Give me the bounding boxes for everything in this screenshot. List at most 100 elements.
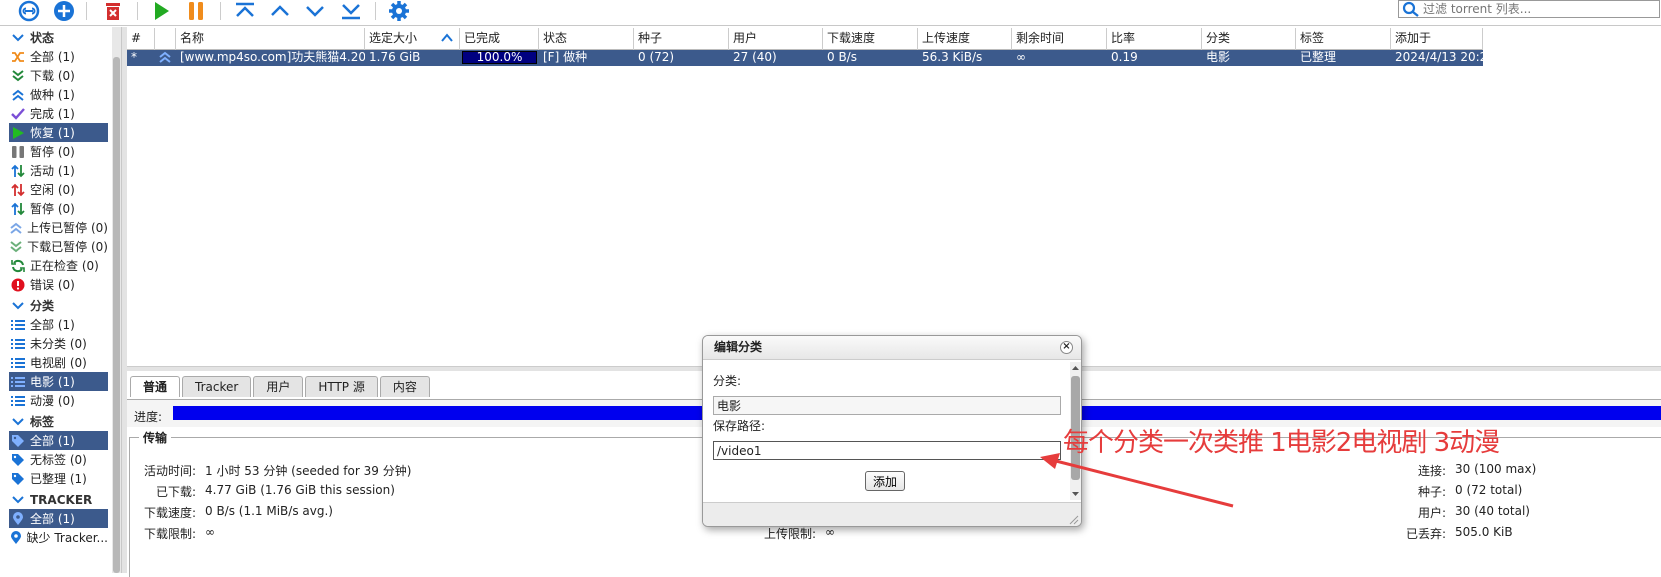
move-bottom-icon[interactable]: [338, 0, 364, 22]
move-down-icon[interactable]: [302, 0, 328, 22]
col-added[interactable]: 添加于: [1391, 28, 1483, 50]
filter-stalled[interactable]: 暂停 (0): [9, 199, 108, 218]
play-icon[interactable]: [148, 0, 174, 22]
active-arrows-icon: [9, 163, 26, 178]
col-seeds[interactable]: 种子: [634, 28, 729, 50]
downloaded-label: 已下载:: [156, 485, 197, 499]
search-box[interactable]: [1398, 0, 1660, 18]
category-all[interactable]: 全部 (1): [9, 315, 108, 334]
close-icon[interactable]: ×: [1060, 341, 1073, 354]
search-input[interactable]: [1423, 1, 1653, 17]
cell-progress: 100.0%: [460, 50, 539, 66]
filter-all[interactable]: 全部 (1): [9, 47, 108, 66]
upload-icon: [9, 87, 26, 102]
col-progress[interactable]: 已完成: [460, 28, 539, 50]
list-icon: [9, 336, 26, 351]
peers-label: 用户:: [1418, 506, 1447, 520]
dialog-title[interactable]: 编辑分类: [703, 336, 1081, 360]
col-status[interactable]: 状态: [539, 28, 634, 50]
cell-seeds: 0 (72): [638, 50, 675, 64]
filter-completed[interactable]: 完成 (1): [9, 104, 108, 123]
category-uncategorized[interactable]: 未分类 (0): [9, 334, 108, 353]
cell-added: 2024/4/13 20:2...: [1395, 50, 1483, 64]
delete-icon[interactable]: [100, 0, 126, 22]
peers-value: 30 (40 total): [1455, 504, 1530, 518]
filter-downloading[interactable]: 下载 (0): [9, 66, 108, 85]
col-tags[interactable]: 标签: [1296, 28, 1391, 50]
progress-bar: 100.0%: [462, 51, 537, 64]
status-section-header[interactable]: 状态: [8, 28, 54, 47]
ul-limit-label: 上传限制:: [764, 527, 817, 541]
list-icon: [9, 317, 26, 332]
col-name[interactable]: 名称: [176, 28, 365, 50]
tag-organized[interactable]: 已整理 (1): [9, 469, 108, 488]
time-active-value: 1 小时 53 分钟 (seeded for 39 分钟): [205, 464, 412, 478]
category-anime[interactable]: 动漫 (0): [9, 391, 108, 410]
filter-resumed[interactable]: 恢复 (1): [9, 123, 108, 142]
save-path-field[interactable]: [713, 441, 1061, 460]
tag-all[interactable]: 全部 (1): [9, 431, 108, 450]
cell-category: 电影: [1206, 50, 1231, 64]
sidebar-scrollbar[interactable]: [112, 27, 121, 573]
tracker-all[interactable]: 全部 (1): [9, 509, 108, 528]
filter-download-paused[interactable]: 下载已暂停 (0): [9, 237, 108, 256]
category-label: 分类:: [713, 374, 742, 388]
category-movie[interactable]: 电影 (1): [9, 372, 108, 391]
tab-peers[interactable]: 用户: [253, 376, 304, 397]
filter-inactive[interactable]: 空闲 (0): [9, 180, 108, 199]
tab-content[interactable]: 内容: [379, 376, 430, 397]
col-size[interactable]: 选定大小: [365, 28, 460, 50]
gear-icon[interactable]: [386, 0, 412, 22]
col-category[interactable]: 分类: [1202, 28, 1296, 50]
resize-grip-icon[interactable]: [1069, 515, 1079, 525]
col-ratio[interactable]: 比率: [1107, 28, 1202, 50]
tracker-section-header[interactable]: TRACKER: [8, 490, 92, 509]
move-up-icon[interactable]: [267, 0, 293, 22]
col-state-icon[interactable]: [155, 28, 176, 50]
tag-icon: [9, 452, 26, 467]
cell-ul-speed: 56.3 KiB/s: [922, 50, 983, 64]
download-icon: [9, 68, 26, 83]
details-tabs: 普通 Tracker 用户 HTTP 源 内容: [130, 376, 432, 397]
filter-errored[interactable]: 错误 (0): [9, 275, 108, 294]
add-button[interactable]: 添加: [865, 471, 905, 491]
filter-active[interactable]: 活动 (1): [9, 161, 108, 180]
pause-icon: [9, 144, 26, 159]
torrent-table: # 名称 选定大小 已完成 状态 种子 用户 下载速度 上传速度 剩余时间 比率…: [127, 28, 1483, 66]
play-icon: [9, 125, 26, 140]
plus-icon[interactable]: [51, 0, 77, 22]
pause-icon[interactable]: [183, 0, 209, 22]
seeding-icon: [155, 50, 176, 66]
check-icon: [9, 106, 26, 121]
filter-paused[interactable]: 暂停 (0): [9, 142, 108, 161]
category-field[interactable]: [713, 396, 1061, 415]
link-icon[interactable]: [16, 0, 42, 22]
filter-checking[interactable]: 正在检查 (0): [9, 256, 108, 275]
filter-upload-paused[interactable]: 上传已暂停 (0): [9, 218, 108, 237]
col-ul-speed[interactable]: 上传速度: [918, 28, 1012, 50]
dialog-footer: [703, 502, 1081, 526]
col-peers[interactable]: 用户: [729, 28, 823, 50]
tab-tracker[interactable]: Tracker: [182, 376, 252, 397]
wasted-value: 505.0 KiB: [1455, 525, 1513, 539]
tab-http-sources[interactable]: HTTP 源: [305, 376, 378, 397]
col-number[interactable]: #: [127, 28, 155, 50]
cell-peers: 27 (40): [733, 50, 777, 64]
download-icon: [9, 239, 23, 254]
cell-status: [F] 做种: [543, 50, 588, 64]
list-icon: [9, 374, 26, 389]
col-eta[interactable]: 剩余时间: [1012, 28, 1107, 50]
tag-untagged[interactable]: 无标签 (0): [9, 450, 108, 469]
scroll-up-icon[interactable]: [1071, 364, 1080, 372]
dl-speed-label: 下载速度:: [144, 506, 197, 520]
tab-general[interactable]: 普通: [130, 376, 181, 397]
category-tv[interactable]: 电视剧 (0): [9, 353, 108, 372]
refresh-icon: [9, 258, 26, 273]
filter-seeding[interactable]: 做种 (1): [9, 85, 108, 104]
tags-section-header[interactable]: 标签: [8, 412, 54, 431]
col-dl-speed[interactable]: 下载速度: [823, 28, 918, 50]
move-top-icon[interactable]: [232, 0, 258, 22]
tracker-missing[interactable]: 缺少 Tracker...: [9, 528, 108, 547]
category-section-header[interactable]: 分类: [8, 296, 54, 315]
table-row[interactable]: * [www.mp4so.com]功夫熊猫4.2024... 1.76 GiB …: [127, 50, 1483, 66]
